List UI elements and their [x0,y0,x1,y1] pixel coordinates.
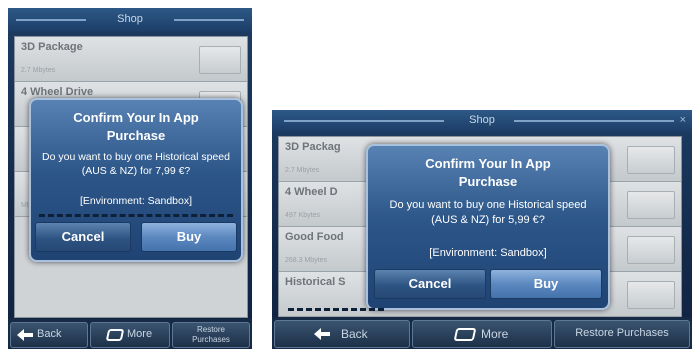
purchase-confirm-dialog: Confirm Your In App Purchase Do you want… [366,144,610,310]
item-name: 3D Packag [285,141,341,153]
restore-label: Restore Purchases [192,325,230,344]
more-icon [453,328,477,341]
dialog-message: Do you want to buy one Historical speed … [42,151,230,177]
bottom-toolbar: Back More Restore Purchases [272,317,692,349]
item-name: 3D Package [21,41,83,53]
restore-label: Restore Purchases [575,327,669,339]
close-icon[interactable]: × [680,114,686,126]
item-buy-button[interactable] [627,281,675,309]
dialog-divider [39,214,233,217]
item-size: 2.7 Mbytes [285,167,320,174]
back-button[interactable]: Back [274,320,410,348]
restore-purchases-button[interactable]: Restore Purchases [172,322,250,348]
shop-screen-small: Shop 3D Package 2.7 Mbytes 4 Wheel Drive… [8,8,252,349]
dialog-environment: [Environment: Sandbox] [429,247,547,259]
back-arrow-icon [314,328,330,340]
list-divider [288,308,384,311]
header-bar: Shop × [272,110,692,132]
cancel-button[interactable]: Cancel [374,269,486,299]
dialog-title: Confirm Your In App Purchase [425,156,551,189]
more-icon [105,329,125,341]
back-label: Back [37,328,62,340]
back-label: Back [341,327,368,341]
header-bar: Shop [8,8,252,32]
cancel-button[interactable]: Cancel [35,222,131,252]
item-buy-button[interactable] [627,191,675,219]
item-name: 4 Wheel Drive [21,86,94,98]
dialog-title: Confirm Your In App Purchase [73,110,199,143]
purchase-confirm-dialog: Confirm Your In App Purchase Do you want… [29,98,243,262]
item-size: 497 Kbytes [285,212,321,219]
item-size: 268.3 Mbytes [285,257,328,264]
bottom-toolbar: Back More Restore Purchases [8,319,252,349]
more-button[interactable]: More [412,320,552,348]
item-name: 4 Wheel D [285,186,338,198]
item-buy-button[interactable] [199,46,241,74]
header-rule-right [514,120,674,122]
list-item[interactable]: 3D Package 2.7 Mbytes [15,37,247,82]
buy-button[interactable]: Buy [490,269,602,299]
dialog-environment: [Environment: Sandbox] [79,195,193,207]
item-buy-button[interactable] [627,236,675,264]
more-label: More [127,328,153,340]
item-size: 2.7 Mbytes [21,67,56,74]
restore-purchases-button[interactable]: Restore Purchases [554,320,690,348]
dialog-message: Do you want to buy one Historical speed … [389,199,587,226]
back-button[interactable]: Back [10,322,88,348]
item-name: Good Food [285,231,344,243]
more-button[interactable]: More [90,322,170,348]
header-rule-right [174,19,244,21]
back-arrow-icon [17,329,33,341]
item-name: Historical S [285,276,346,288]
more-label: More [481,327,509,341]
item-buy-button[interactable] [627,146,675,174]
buy-button[interactable]: Buy [141,222,237,252]
shop-screen-large: Shop × 3D Packag 2.7 Mbytes 4 Wheel D 49… [272,110,692,349]
